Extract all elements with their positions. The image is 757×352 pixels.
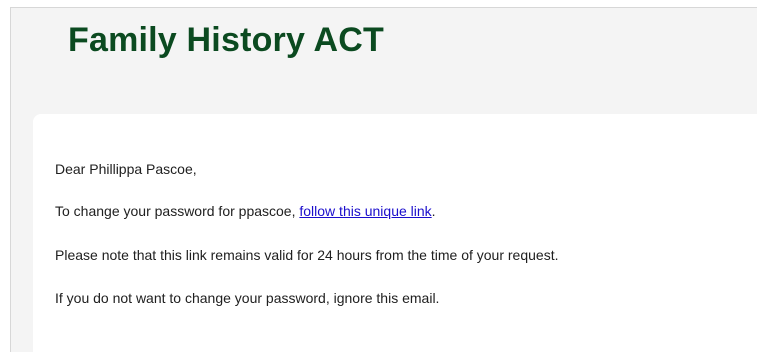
brand-title: Family History ACT xyxy=(68,21,384,59)
email-frame: Family History ACT Dear Phillippa Pascoe… xyxy=(10,7,757,352)
ignore-note-text: If you do not want to change your passwo… xyxy=(55,290,440,306)
reset-password-link[interactable]: follow this unique link xyxy=(299,203,431,219)
validity-note-text: Please note that this link remains valid… xyxy=(55,247,559,263)
email-body-card: Dear Phillippa Pascoe, To change your pa… xyxy=(33,114,757,352)
greeting-text: Dear Phillippa Pascoe, xyxy=(55,161,197,177)
change-password-prefix: To change your password for ppascoe, xyxy=(55,203,300,219)
change-password-line: To change your password for ppascoe, fol… xyxy=(55,203,436,219)
change-password-suffix: . xyxy=(431,203,436,219)
